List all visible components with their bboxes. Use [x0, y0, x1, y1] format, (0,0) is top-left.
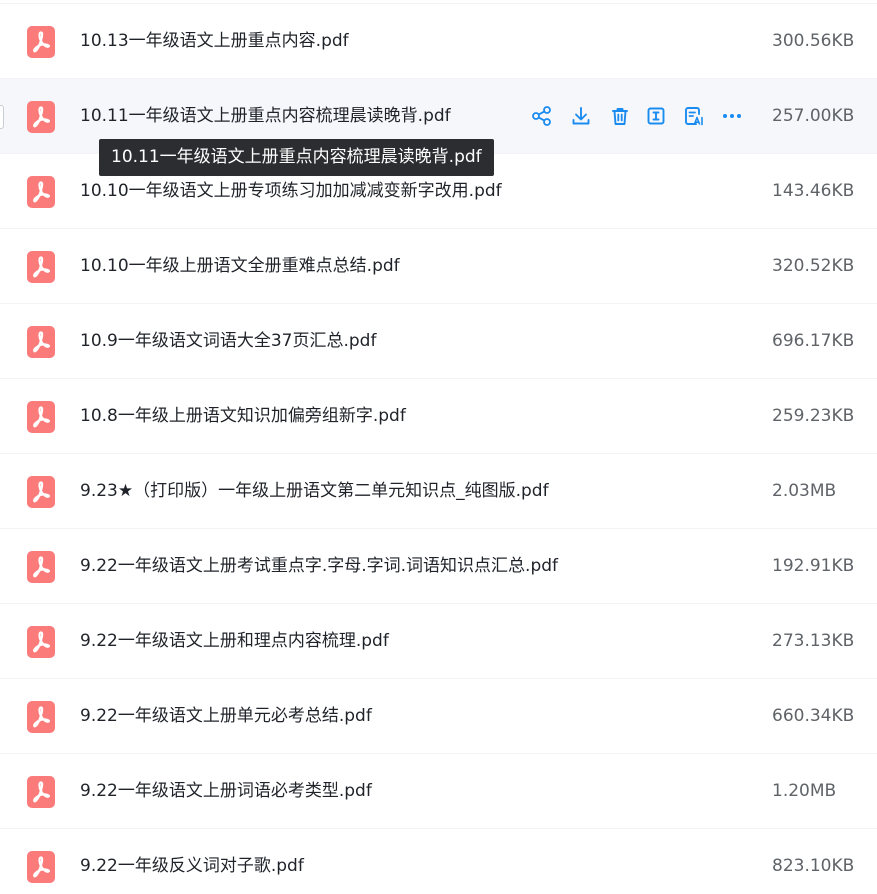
- file-size: 143.46KB: [772, 181, 855, 201]
- file-size: 696.17KB: [772, 331, 855, 351]
- file-size: 300.56KB: [772, 31, 855, 51]
- file-row[interactable]: 9.22一年级语文上册单元必考总结.pdf 660.34KB: [0, 678, 877, 753]
- file-size: 259.23KB: [772, 406, 855, 426]
- file-size: 192.91KB: [772, 556, 855, 576]
- pdf-file-icon: [27, 701, 55, 733]
- pdf-file-icon: [27, 101, 55, 133]
- file-name[interactable]: 9.22一年级语文上册考试重点字.字母.字词.词语知识点汇总.pdf: [80, 556, 558, 576]
- file-name[interactable]: 10.8一年级上册语文知识加偏旁组新字.pdf: [80, 406, 406, 426]
- file-name[interactable]: 10.10一年级上册语文全册重难点总结.pdf: [80, 256, 400, 276]
- file-row[interactable]: 10.10一年级上册语文全册重难点总结.pdf 320.52KB: [0, 228, 877, 303]
- pdf-file-icon: [27, 176, 55, 208]
- pdf-file-icon: [27, 476, 55, 508]
- file-size: 1.20MB: [772, 781, 837, 801]
- pdf-file-icon: [27, 326, 55, 358]
- file-name[interactable]: 9.23★（打印版）一年级上册语文第二单元知识点_纯图版.pdf: [80, 481, 549, 501]
- file-name[interactable]: 9.22一年级语文上册和理点内容梳理.pdf: [80, 631, 389, 651]
- file-size: 823.10KB: [772, 856, 855, 876]
- pdf-file-icon: [27, 401, 55, 433]
- file-name[interactable]: 10.10一年级语文上册专项练习加加减减变新字改用.pdf: [80, 181, 502, 201]
- filename-tooltip: 10.11一年级语文上册重点内容梳理晨读晚背.pdf: [99, 139, 494, 176]
- more-icon[interactable]: [720, 104, 744, 128]
- pdf-file-icon: [27, 551, 55, 583]
- pdf-file-icon: [27, 626, 55, 658]
- file-row[interactable]: 10.13一年级语文上册重点内容.pdf 300.56KB: [0, 3, 877, 78]
- file-size: 2.03MB: [772, 481, 837, 501]
- file-size: 660.34KB: [772, 706, 855, 726]
- file-size: 257.00KB: [772, 106, 855, 126]
- rename-icon[interactable]: [644, 104, 668, 128]
- delete-icon[interactable]: [608, 104, 632, 128]
- share-icon[interactable]: [530, 104, 554, 128]
- file-row[interactable]: 9.22一年级语文上册词语必考类型.pdf 1.20MB: [0, 753, 877, 828]
- file-name[interactable]: 9.22一年级语文上册单元必考总结.pdf: [80, 706, 372, 726]
- file-name[interactable]: 10.9一年级语文词语大全37页汇总.pdf: [80, 331, 376, 351]
- ai-summary-icon[interactable]: [682, 104, 706, 128]
- file-row[interactable]: 9.22一年级反义词对子歌.pdf 823.10KB: [0, 828, 877, 894]
- file-size: 273.13KB: [772, 631, 855, 651]
- file-name[interactable]: 10.11一年级语文上册重点内容梳理晨读晚背.pdf: [80, 106, 451, 126]
- pdf-file-icon: [27, 26, 55, 58]
- file-size: 320.52KB: [772, 256, 855, 276]
- pdf-file-icon: [27, 851, 55, 883]
- pdf-file-icon: [27, 251, 55, 283]
- download-icon[interactable]: [569, 104, 593, 128]
- pdf-file-icon: [27, 776, 55, 808]
- file-row[interactable]: 10.9一年级语文词语大全37页汇总.pdf 696.17KB: [0, 303, 877, 378]
- file-name[interactable]: 10.13一年级语文上册重点内容.pdf: [80, 31, 349, 51]
- file-row[interactable]: 9.22一年级语文上册和理点内容梳理.pdf 273.13KB: [0, 603, 877, 678]
- file-list: 10.13一年级语文上册重点内容.pdf 300.56KB 10.11一年级语文上册…: [0, 0, 877, 894]
- file-row[interactable]: 10.8一年级上册语文知识加偏旁组新字.pdf 259.23KB: [0, 378, 877, 453]
- row-actions: [530, 104, 750, 128]
- file-row[interactable]: 9.22一年级语文上册考试重点字.字母.字词.词语知识点汇总.pdf 192.91…: [0, 528, 877, 603]
- file-name[interactable]: 9.22一年级语文上册词语必考类型.pdf: [80, 781, 372, 801]
- file-name[interactable]: 9.22一年级反义词对子歌.pdf: [80, 856, 304, 876]
- file-row[interactable]: 9.23★（打印版）一年级上册语文第二单元知识点_纯图版.pdf 2.03MB: [0, 453, 877, 528]
